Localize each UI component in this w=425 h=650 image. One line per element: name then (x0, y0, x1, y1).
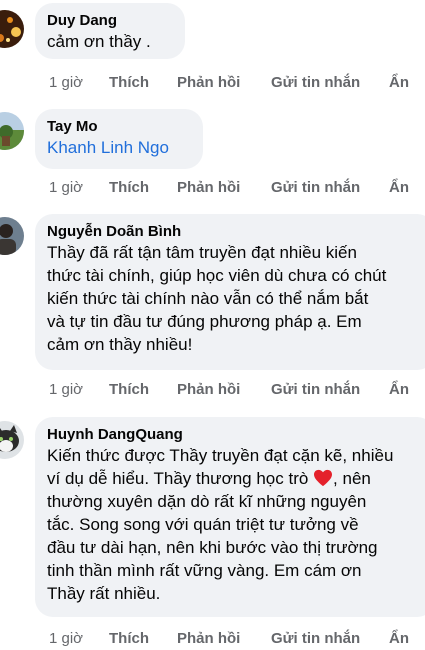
comment-bubble: Duy Dang cảm ơn thầy . (35, 3, 185, 59)
hide-button[interactable]: Ẩn (389, 178, 409, 198)
timestamp[interactable]: 1 giờ (49, 178, 83, 198)
hide-button[interactable]: Ẩn (389, 73, 409, 93)
like-button[interactable]: Thích (109, 73, 149, 93)
send-message-button[interactable]: Gửi tin nhắn (271, 178, 360, 198)
comment-author[interactable]: Tay Mo (47, 117, 191, 136)
avatar[interactable] (0, 10, 24, 48)
comment-author[interactable]: Nguyễn Doãn Bình (47, 222, 423, 241)
avatar[interactable] (0, 112, 24, 150)
comment-author[interactable]: Duy Dang (47, 11, 173, 30)
comment-text-part: , nên thường xuyên dặn dò rất kĩ những n… (47, 469, 378, 603)
send-message-button[interactable]: Gửi tin nhắn (271, 73, 360, 93)
comment-text: cảm ơn thầy . (47, 32, 151, 51)
comment-bubble: Tay Mo Khanh Linh Ngo (35, 109, 203, 169)
comment-text: Thầy đã rất tận tâm truyền đạt nhiều kiế… (47, 243, 387, 354)
reply-button[interactable]: Phản hồi (177, 380, 240, 400)
mention-link[interactable]: Khanh Linh Ngo (47, 136, 191, 159)
hide-button[interactable]: Ẩn (389, 380, 409, 400)
reply-button[interactable]: Phản hồi (177, 629, 240, 649)
heart-emoji-icon (314, 469, 333, 487)
avatar[interactable] (0, 217, 24, 255)
comment-bubble: Nguyễn Doãn Bình Thầy đã rất tận tâm tru… (35, 214, 425, 370)
comment-author[interactable]: Huynh DangQuang (47, 425, 423, 444)
reply-button[interactable]: Phản hồi (177, 178, 240, 198)
comment-bubble: Huynh DangQuang Kiến thức được Thầy truy… (35, 417, 425, 617)
hide-button[interactable]: Ẩn (389, 629, 409, 649)
like-button[interactable]: Thích (109, 178, 149, 198)
send-message-button[interactable]: Gửi tin nhắn (271, 629, 360, 649)
send-message-button[interactable]: Gửi tin nhắn (271, 380, 360, 400)
avatar[interactable] (0, 421, 24, 459)
timestamp[interactable]: 1 giờ (49, 629, 83, 649)
comment-text: Kiến thức được Thầy truyền đạt cặn kẽ, n… (47, 444, 423, 605)
timestamp[interactable]: 1 giờ (49, 73, 83, 93)
reply-button[interactable]: Phản hồi (177, 73, 240, 93)
like-button[interactable]: Thích (109, 380, 149, 400)
like-button[interactable]: Thích (109, 629, 149, 649)
timestamp[interactable]: 1 giờ (49, 380, 83, 400)
